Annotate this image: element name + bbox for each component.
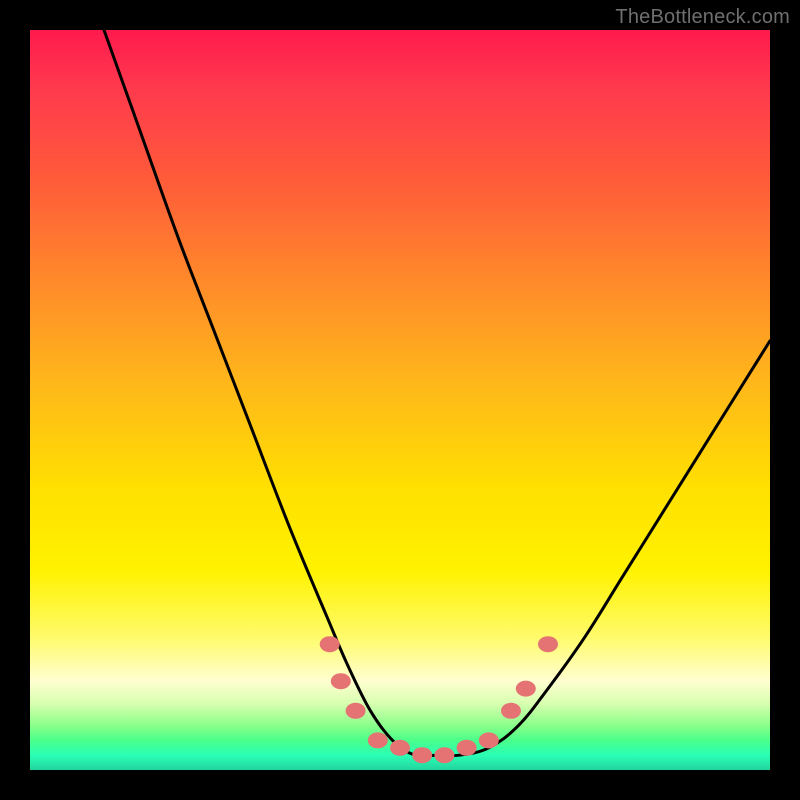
bead-left-3 xyxy=(346,703,366,719)
bead-bottom-6 xyxy=(479,732,499,748)
bead-group xyxy=(320,636,558,763)
bead-right-1 xyxy=(501,703,521,719)
bead-bottom-1 xyxy=(368,732,388,748)
bottleneck-curve xyxy=(104,30,770,756)
bead-bottom-4 xyxy=(434,747,454,763)
bead-bottom-5 xyxy=(457,740,477,756)
bead-left-2 xyxy=(331,673,351,689)
watermark-text: TheBottleneck.com xyxy=(615,6,790,29)
bead-right-3 xyxy=(538,636,558,652)
curve-svg xyxy=(30,30,770,770)
bead-bottom-2 xyxy=(390,740,410,756)
plot-area xyxy=(30,30,770,770)
bead-left-1 xyxy=(320,636,340,652)
bead-right-2 xyxy=(516,681,536,697)
bead-bottom-3 xyxy=(412,747,432,763)
chart-frame: TheBottleneck.com xyxy=(0,0,800,800)
